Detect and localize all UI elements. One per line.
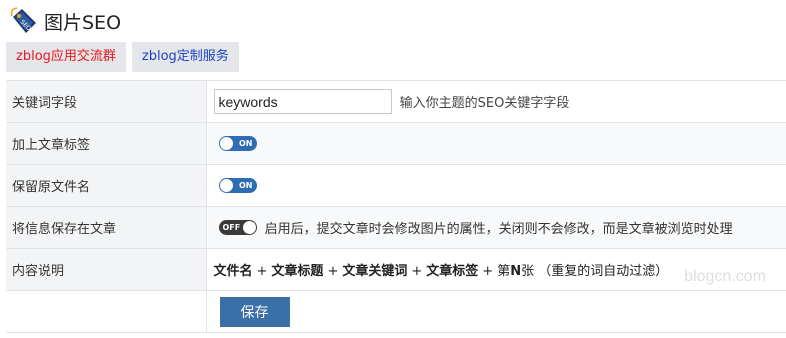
toggle-state-label: OFF: [222, 223, 241, 232]
save-button[interactable]: 保存: [219, 296, 290, 327]
save-info-cell: OFF 启用后，提交文章时会修改图片的属性，关闭则不会修改，而是文章被浏览时处理: [206, 206, 786, 249]
page-header: SEO 图片SEO: [10, 6, 121, 36]
row-keep-filename: 保留原文件名 ON: [6, 164, 786, 207]
page-title: 图片SEO: [44, 11, 122, 34]
add-tags-label: 加上文章标签: [6, 122, 207, 165]
add-tags-cell: ON: [206, 122, 786, 165]
row-add-tags: 加上文章标签 ON: [6, 122, 786, 165]
toggle-knob: [242, 221, 256, 234]
save-info-label: 将信息保存在文章: [6, 206, 207, 249]
plus-sign: +: [327, 264, 339, 279]
keyword-hint: 输入你主题的SEO关键字字段: [399, 96, 570, 111]
toggle-knob: [219, 137, 233, 150]
save-info-toggle[interactable]: OFF: [218, 220, 257, 235]
save-info-hint: 启用后，提交文章时会修改图片的属性，关闭则不会修改，而是文章被浏览时处理: [264, 222, 733, 237]
toggle-state-label: ON: [239, 139, 253, 148]
actions-label-cell: [6, 290, 207, 333]
content-part-n: N: [510, 264, 522, 279]
plus-sign: +: [256, 264, 268, 279]
keep-filename-cell: ON: [206, 164, 786, 207]
keep-filename-toggle[interactable]: ON: [218, 178, 257, 193]
add-tags-toggle[interactable]: ON: [218, 136, 257, 151]
row-keyword: 关键词字段 输入你主题的SEO关键字字段: [6, 80, 786, 123]
content-part: 文章关键词: [342, 264, 408, 279]
tab-bar: zblog应用交流群 zblog定制服务: [6, 42, 239, 72]
plus-sign: +: [411, 264, 423, 279]
watermark: blogcn.com: [684, 268, 766, 285]
keyword-cell: 输入你主题的SEO关键字字段: [206, 80, 786, 123]
content-label: 内容说明: [6, 248, 207, 291]
toggle-knob: [219, 179, 233, 192]
content-part: 文章标题: [271, 264, 324, 279]
keyword-label: 关键词字段: [6, 80, 207, 123]
row-content: 内容说明 文件名 + 文章标题 + 文章关键词 + 文章标签 + 第N张 （重复的词自动过滤）: [6, 248, 786, 291]
content-part: 文章标签: [426, 264, 479, 279]
actions-cell: 保存: [206, 290, 786, 333]
row-actions: 保存: [6, 290, 786, 333]
content-part: 文件名: [213, 264, 253, 279]
seo-tag-icon: SEO: [10, 7, 38, 35]
plus-sign: +: [482, 264, 494, 279]
content-part-suffix: 张: [521, 264, 535, 279]
content-note: （重复的词自动过滤）: [538, 264, 669, 279]
keep-filename-label: 保留原文件名: [6, 164, 207, 207]
keyword-input[interactable]: [213, 89, 392, 114]
settings-table: 关键词字段 输入你主题的SEO关键字字段 加上文章标签 ON 保留原文件名 ON…: [6, 80, 786, 333]
toggle-state-label: ON: [239, 181, 253, 190]
content-part-prefix: 第: [497, 264, 511, 279]
tab-custom-service[interactable]: zblog定制服务: [131, 42, 239, 72]
row-save-info: 将信息保存在文章 OFF 启用后，提交文章时会修改图片的属性，关闭则不会修改，而…: [6, 206, 786, 249]
tab-app-group[interactable]: zblog应用交流群: [6, 42, 126, 72]
